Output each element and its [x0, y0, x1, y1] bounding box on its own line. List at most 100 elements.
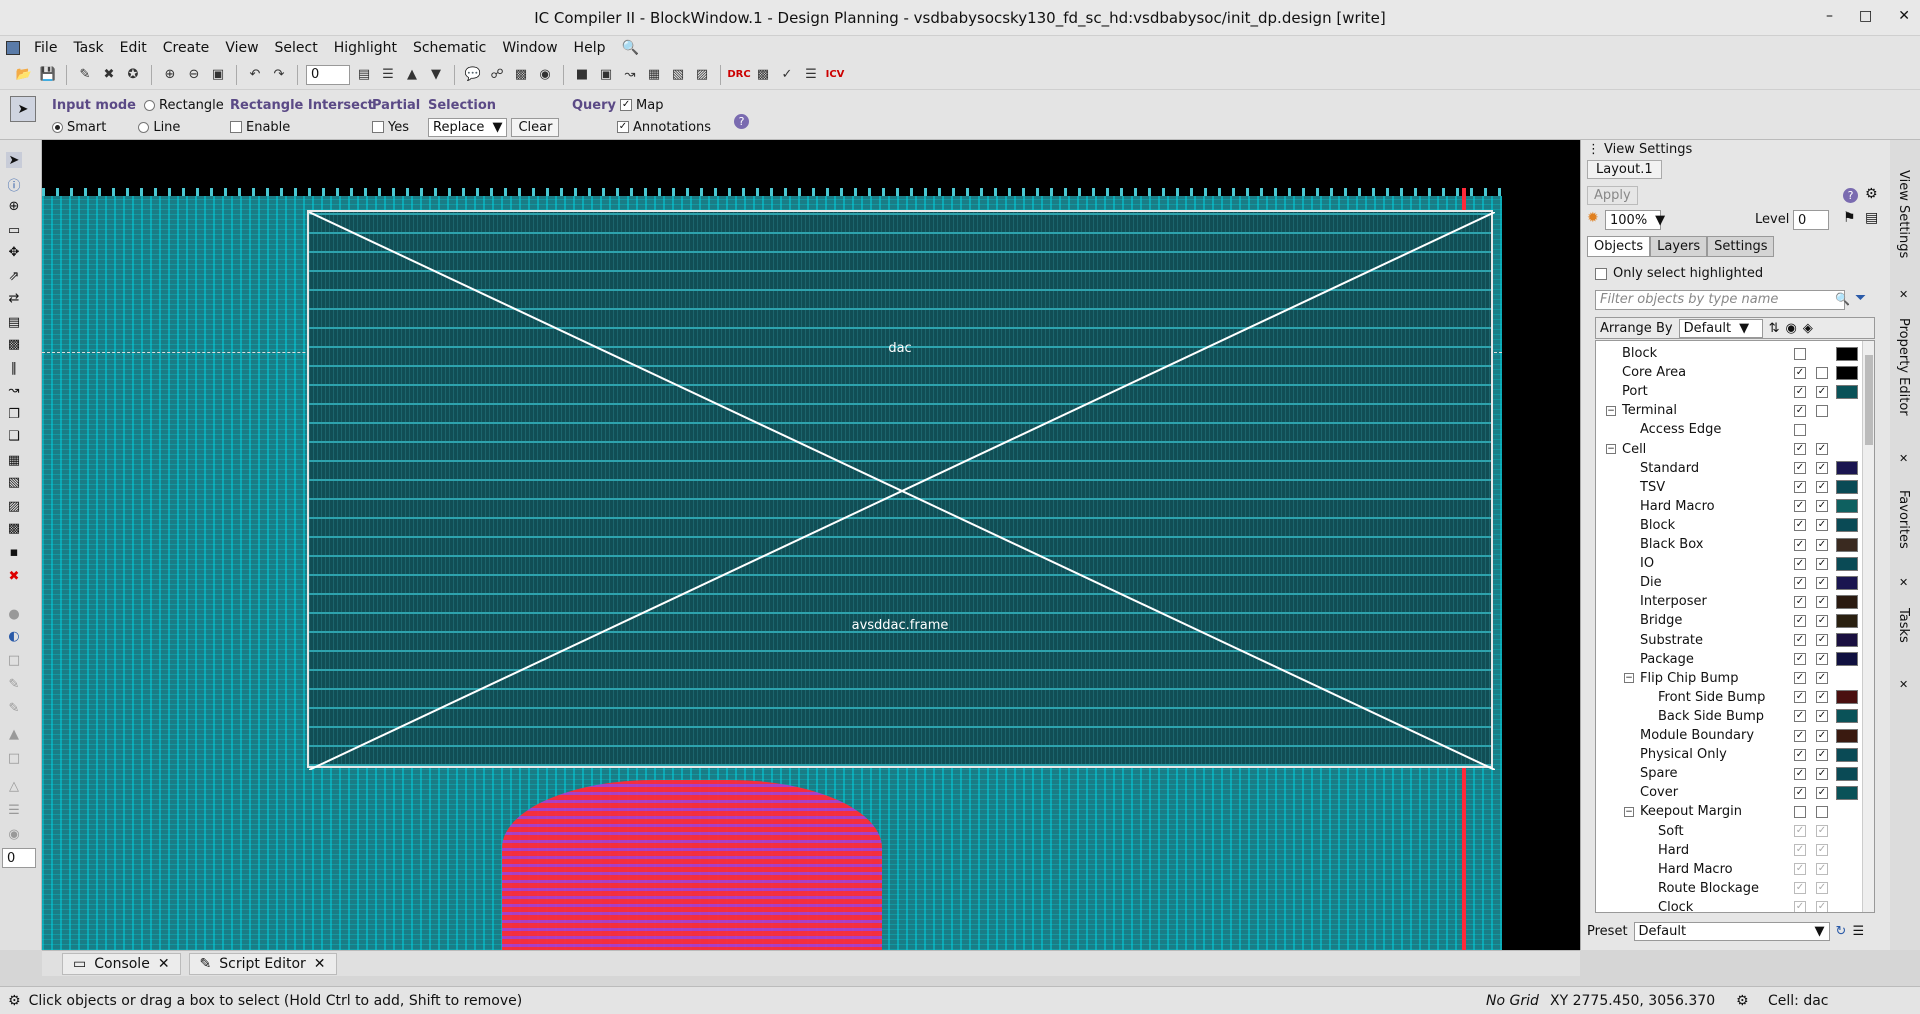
- tree-row[interactable]: Hard Macro ✓ ✓: [1596, 497, 1866, 516]
- color-swatch[interactable]: [1836, 613, 1858, 628]
- bound-icon[interactable]: □: [6, 750, 22, 766]
- tree-row[interactable]: Physical Only ✓ ✓: [1596, 745, 1866, 764]
- selection-dropdown[interactable]: Replace ▼: [428, 117, 508, 137]
- color-swatch[interactable]: [1836, 384, 1858, 399]
- rectangle-radio[interactable]: [144, 99, 155, 111]
- select-tool-icon[interactable]: ➤: [6, 152, 22, 168]
- unlock-icon[interactable]: ◐: [6, 628, 22, 644]
- zoom-fit-icon[interactable]: ▣: [208, 65, 228, 85]
- tree-row[interactable]: Core Area ✓: [1596, 363, 1866, 382]
- pin-icon[interactable]: ▣: [596, 65, 616, 85]
- undo-icon[interactable]: ↶: [245, 65, 265, 85]
- visible-checkbox[interactable]: ✓: [1794, 443, 1806, 455]
- icv-icon[interactable]: ICV: [825, 65, 845, 85]
- zoom-tool-icon[interactable]: ⊕: [6, 198, 22, 214]
- tree-row[interactable]: Hard Macro ✓ ✓: [1596, 860, 1866, 879]
- color-swatch[interactable]: [1836, 365, 1858, 380]
- collapse-icon[interactable]: −: [1624, 673, 1634, 684]
- hierarchy-icon[interactable]: ▤: [354, 65, 374, 85]
- tree-row[interactable]: Front Side Bump ✓ ✓: [1596, 688, 1866, 707]
- tree-row[interactable]: Die ✓ ✓: [1596, 573, 1866, 592]
- clear-button[interactable]: Clear: [511, 117, 560, 137]
- target-icon[interactable]: ◉: [6, 826, 22, 842]
- visible-checkbox[interactable]: [1794, 423, 1806, 436]
- delete-icon[interactable]: ✖: [99, 65, 119, 85]
- visible-checkbox[interactable]: ✓: [1794, 538, 1806, 551]
- layout-canvas[interactable]: dac avsddac.frame: [42, 140, 1580, 950]
- tab-settings[interactable]: Settings: [1707, 236, 1775, 257]
- camera-icon[interactable]: ◉: [535, 65, 555, 85]
- selectable-checkbox[interactable]: ✓: [1816, 882, 1828, 895]
- tab-layers[interactable]: Layers: [1650, 236, 1708, 257]
- color-swatch[interactable]: [1836, 652, 1858, 667]
- tree-row[interactable]: Soft ✓ ✓: [1596, 822, 1866, 841]
- selectable-checkbox[interactable]: ✓: [1816, 481, 1828, 494]
- color-swatch[interactable]: [1836, 728, 1858, 743]
- color-swatch[interactable]: [1836, 499, 1858, 514]
- selectable-checkbox[interactable]: ✓: [1816, 672, 1828, 685]
- selectable-checkbox[interactable]: ✓: [1816, 614, 1828, 627]
- side-tab-tasks[interactable]: Tasks: [1896, 608, 1911, 643]
- tree-row[interactable]: − Cell ✓ ✓: [1596, 440, 1866, 459]
- minimize-icon[interactable]: –: [1826, 8, 1833, 24]
- group-icon[interactable]: ▦: [6, 452, 22, 468]
- selectable-checkbox[interactable]: ✓: [1816, 825, 1828, 837]
- tab-objects[interactable]: Objects: [1587, 236, 1651, 257]
- selectable-checkbox[interactable]: ✓: [1816, 634, 1828, 646]
- selectable-checkbox[interactable]: ✓: [1816, 863, 1828, 876]
- smart-radio[interactable]: [52, 121, 63, 133]
- pencil-icon[interactable]: ✎: [75, 65, 95, 85]
- maximize-icon[interactable]: □: [1859, 8, 1872, 24]
- color-swatch[interactable]: [1836, 785, 1858, 800]
- line-radio[interactable]: [138, 121, 150, 133]
- tree-row[interactable]: Block ✓ ✓: [1596, 516, 1866, 535]
- zoom-in-icon[interactable]: ⊕: [160, 65, 180, 85]
- placement-icon[interactable]: ▩: [6, 520, 22, 536]
- highlight-icon[interactable]: ✪: [123, 65, 143, 85]
- copy-icon[interactable]: ❐: [6, 406, 22, 422]
- apply-button[interactable]: Apply: [1587, 186, 1638, 205]
- visible-checkbox[interactable]: ✓: [1794, 404, 1806, 417]
- side-tab-favorites[interactable]: Favorites: [1896, 490, 1911, 549]
- visible-checkbox[interactable]: ✓: [1794, 710, 1806, 723]
- selectable-checkbox[interactable]: [1816, 805, 1828, 818]
- visible-checkbox[interactable]: ✓: [1794, 519, 1806, 532]
- edit-icon[interactable]: ✎: [6, 676, 22, 692]
- close-icon[interactable]: ✕: [314, 956, 326, 972]
- menu-task[interactable]: Task: [65, 40, 111, 56]
- collapse-icon[interactable]: −: [1606, 405, 1616, 416]
- side-tab-property-editor[interactable]: Property Editor: [1896, 318, 1911, 416]
- rectangle-tool-icon[interactable]: ▭: [6, 222, 22, 238]
- check-icon[interactable]: ✓: [777, 65, 797, 85]
- tree-row[interactable]: Clock ✓ ✓: [1596, 898, 1866, 912]
- delete-tool-icon[interactable]: ✖: [6, 568, 22, 584]
- map-checkbox[interactable]: ✓: [620, 99, 633, 111]
- collapse-icon[interactable]: −: [1606, 444, 1616, 454]
- console-tab[interactable]: ▭ Console ✕: [62, 952, 181, 975]
- tree-row[interactable]: Module Boundary ✓ ✓: [1596, 726, 1866, 745]
- selectable-checkbox[interactable]: ✓: [1816, 443, 1828, 455]
- selectable-checkbox[interactable]: [1816, 404, 1828, 417]
- measure-icon[interactable]: ▲: [6, 726, 22, 742]
- selectable-checkbox[interactable]: ✓: [1816, 538, 1828, 551]
- duplicate-icon[interactable]: ❑: [6, 428, 22, 444]
- visible-checkbox[interactable]: [1794, 805, 1806, 818]
- close-icon[interactable]: ✕: [1898, 8, 1910, 24]
- tree-row[interactable]: Spare ✓ ✓: [1596, 764, 1866, 783]
- menu-highlight[interactable]: Highlight: [326, 40, 405, 56]
- tree-row[interactable]: Access Edge: [1596, 420, 1866, 439]
- visible-checkbox[interactable]: ✓: [1794, 863, 1806, 876]
- tree-row[interactable]: Substrate ✓ ✓: [1596, 631, 1866, 650]
- filter-icon[interactable]: ⏷: [1855, 290, 1866, 306]
- place-icon[interactable]: ▦: [644, 65, 664, 85]
- grid-icon[interactable]: ▧: [668, 65, 688, 85]
- visible-checkbox[interactable]: ✓: [1794, 672, 1806, 685]
- zoom-out-icon[interactable]: ⊖: [184, 65, 204, 85]
- tree-row[interactable]: Bridge ✓ ✓: [1596, 611, 1866, 630]
- selectable-checkbox[interactable]: ✓: [1816, 557, 1828, 570]
- save-icon[interactable]: 💾: [38, 65, 58, 85]
- redo-icon[interactable]: ↷: [269, 65, 289, 85]
- tree-row[interactable]: − Keepout Margin: [1596, 802, 1866, 821]
- dac-macro[interactable]: dac avsddac.frame: [307, 210, 1495, 770]
- drc-icon[interactable]: DRC: [727, 65, 750, 85]
